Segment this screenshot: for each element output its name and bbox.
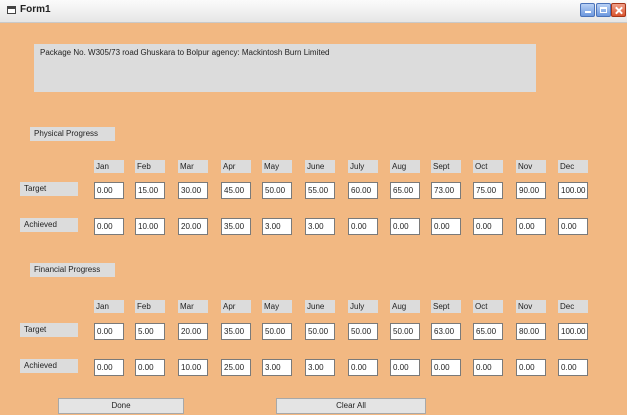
financial-progress-heading: Financial Progress	[30, 263, 115, 277]
financial-month-label-2: Feb	[135, 300, 165, 313]
financial-target-cell-4[interactable]: 35.00	[221, 323, 251, 340]
physical-target-cell-7[interactable]: 60.00	[348, 182, 378, 199]
physical-month-label-11: Nov	[516, 160, 546, 173]
financial-achieved-cell-10[interactable]: 0.00	[473, 359, 503, 376]
financial-target-cell-3[interactable]: 20.00	[178, 323, 208, 340]
physical-achieved-cell-4[interactable]: 35.00	[221, 218, 251, 235]
physical-achieved-cell-8[interactable]: 0.00	[390, 218, 420, 235]
physical-achieved-cell-11[interactable]: 0.00	[516, 218, 546, 235]
financial-month-label-9: Sept	[431, 300, 461, 313]
physical-target-cell-4[interactable]: 45.00	[221, 182, 251, 199]
financial-target-cell-12[interactable]: 100.00	[558, 323, 588, 340]
minimize-button[interactable]	[580, 3, 595, 17]
financial-month-label-11: Nov	[516, 300, 546, 313]
physical-progress-heading: Physical Progress	[30, 127, 115, 141]
package-info-text: Package No. W305/73 road Ghuskara to Bol…	[40, 48, 330, 57]
financial-achieved-cell-8[interactable]: 0.00	[390, 359, 420, 376]
financial-achieved-cell-1[interactable]: 0.00	[94, 359, 124, 376]
physical-achieved-cell-10[interactable]: 0.00	[473, 218, 503, 235]
physical-month-label-8: Aug	[390, 160, 420, 173]
physical-achieved-cell-1[interactable]: 0.00	[94, 218, 124, 235]
maximize-button[interactable]	[596, 3, 611, 17]
window-title: Form1	[20, 4, 51, 15]
financial-achieved-cell-6[interactable]: 3.00	[305, 359, 335, 376]
title-bar: Form1	[0, 0, 627, 23]
physical-achieved-label: Achieved	[20, 218, 78, 232]
physical-target-label: Target	[20, 182, 78, 196]
form-icon	[7, 6, 16, 14]
financial-month-label-7: July	[348, 300, 378, 313]
financial-achieved-cell-5[interactable]: 3.00	[262, 359, 292, 376]
physical-target-cell-8[interactable]: 65.00	[390, 182, 420, 199]
financial-achieved-cell-11[interactable]: 0.00	[516, 359, 546, 376]
done-button[interactable]: Done	[58, 398, 184, 414]
physical-target-cell-12[interactable]: 100.00	[558, 182, 588, 199]
financial-month-label-8: Aug	[390, 300, 420, 313]
physical-month-label-9: Sept	[431, 160, 461, 173]
financial-achieved-cell-4[interactable]: 25.00	[221, 359, 251, 376]
financial-target-cell-6[interactable]: 50.00	[305, 323, 335, 340]
close-button[interactable]	[611, 3, 626, 17]
physical-achieved-cell-2[interactable]: 10.00	[135, 218, 165, 235]
physical-target-cell-5[interactable]: 50.00	[262, 182, 292, 199]
physical-month-label-1: Jan	[94, 160, 124, 173]
financial-achieved-cell-9[interactable]: 0.00	[431, 359, 461, 376]
physical-achieved-cell-5[interactable]: 3.00	[262, 218, 292, 235]
physical-month-label-5: May	[262, 160, 292, 173]
physical-month-label-4: Apr	[221, 160, 251, 173]
physical-month-label-10: Oct	[473, 160, 503, 173]
physical-month-label-7: July	[348, 160, 378, 173]
financial-achieved-cell-2[interactable]: 0.00	[135, 359, 165, 376]
financial-target-cell-11[interactable]: 80.00	[516, 323, 546, 340]
physical-target-cell-6[interactable]: 55.00	[305, 182, 335, 199]
physical-month-label-12: Dec	[558, 160, 588, 173]
package-info-box: Package No. W305/73 road Ghuskara to Bol…	[34, 44, 536, 92]
physical-target-cell-10[interactable]: 75.00	[473, 182, 503, 199]
physical-target-cell-2[interactable]: 15.00	[135, 182, 165, 199]
financial-achieved-cell-12[interactable]: 0.00	[558, 359, 588, 376]
physical-month-label-6: June	[305, 160, 335, 173]
financial-month-label-6: June	[305, 300, 335, 313]
financial-target-cell-1[interactable]: 0.00	[94, 323, 124, 340]
financial-month-label-10: Oct	[473, 300, 503, 313]
clear-all-button[interactable]: Clear All	[276, 398, 426, 414]
physical-target-cell-3[interactable]: 30.00	[178, 182, 208, 199]
financial-achieved-cell-7[interactable]: 0.00	[348, 359, 378, 376]
physical-achieved-cell-3[interactable]: 20.00	[178, 218, 208, 235]
physical-month-label-3: Mar	[178, 160, 208, 173]
physical-achieved-cell-7[interactable]: 0.00	[348, 218, 378, 235]
physical-achieved-cell-9[interactable]: 0.00	[431, 218, 461, 235]
financial-month-label-3: Mar	[178, 300, 208, 313]
financial-target-cell-5[interactable]: 50.00	[262, 323, 292, 340]
financial-target-cell-10[interactable]: 65.00	[473, 323, 503, 340]
physical-month-label-2: Feb	[135, 160, 165, 173]
financial-month-label-4: Apr	[221, 300, 251, 313]
financial-target-cell-9[interactable]: 63.00	[431, 323, 461, 340]
financial-target-cell-7[interactable]: 50.00	[348, 323, 378, 340]
financial-month-label-1: Jan	[94, 300, 124, 313]
physical-achieved-cell-6[interactable]: 3.00	[305, 218, 335, 235]
financial-target-label: Target	[20, 323, 78, 337]
financial-month-label-12: Dec	[558, 300, 588, 313]
financial-achieved-cell-3[interactable]: 10.00	[178, 359, 208, 376]
physical-target-cell-11[interactable]: 90.00	[516, 182, 546, 199]
financial-target-cell-8[interactable]: 50.00	[390, 323, 420, 340]
physical-target-cell-9[interactable]: 73.00	[431, 182, 461, 199]
financial-achieved-label: Achieved	[20, 359, 78, 373]
physical-achieved-cell-12[interactable]: 0.00	[558, 218, 588, 235]
financial-month-label-5: May	[262, 300, 292, 313]
physical-target-cell-1[interactable]: 0.00	[94, 182, 124, 199]
financial-target-cell-2[interactable]: 5.00	[135, 323, 165, 340]
